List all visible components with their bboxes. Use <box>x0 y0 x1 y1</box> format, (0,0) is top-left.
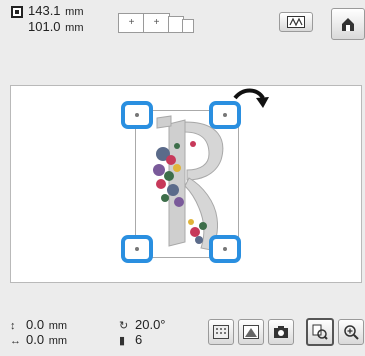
rotate-arrow-icon[interactable] <box>229 86 273 118</box>
image-icon <box>287 16 305 28</box>
background-button[interactable] <box>208 319 234 345</box>
hoop-large-2[interactable]: + <box>143 13 170 33</box>
camera-button[interactable] <box>268 319 294 345</box>
pattern-width: 143.1 mm <box>28 3 84 18</box>
preview-icon <box>312 324 328 340</box>
home-button[interactable] <box>331 8 365 40</box>
thread-density: ▮ 6 <box>119 332 143 347</box>
preview-button[interactable] <box>306 318 334 346</box>
handle-top-left[interactable] <box>121 101 153 129</box>
thread-color-button[interactable] <box>238 319 264 345</box>
pattern-height: 101.0 mm <box>28 19 84 34</box>
zoom-button[interactable] <box>338 319 364 345</box>
zoom-icon <box>344 325 359 340</box>
top-bar: 143.1 mm 101.0 mm + + <box>0 0 365 62</box>
density-icon: ▮ <box>119 335 126 347</box>
handle-bottom-left[interactable] <box>121 235 153 263</box>
rotation-icon: ↻ <box>119 320 129 332</box>
handle-bottom-right[interactable] <box>209 235 241 263</box>
embroidery-canvas[interactable] <box>10 85 362 283</box>
image-button[interactable] <box>279 12 313 32</box>
thread-color-icon <box>243 325 259 339</box>
handle-dot <box>135 247 139 251</box>
hoop-large-1[interactable]: + <box>118 13 145 33</box>
horizontal-move-icon: ↔ <box>10 335 21 347</box>
hoop-small[interactable] <box>182 19 194 33</box>
embroidery-size-icon <box>11 6 23 18</box>
rotation-angle: ↻ 20.0° <box>119 317 166 332</box>
handle-dot <box>223 113 227 117</box>
home-icon <box>342 18 354 31</box>
background-pattern-icon <box>213 325 229 339</box>
camera-icon <box>274 326 288 338</box>
handle-dot <box>223 247 227 251</box>
vertical-move-icon: ↕ <box>10 320 16 332</box>
vertical-offset: ↕ 0.0 mm <box>10 317 68 332</box>
letter-r-pattern <box>153 115 224 251</box>
horizontal-offset: ↔ 0.0 mm <box>10 332 68 347</box>
handle-dot <box>135 113 139 117</box>
